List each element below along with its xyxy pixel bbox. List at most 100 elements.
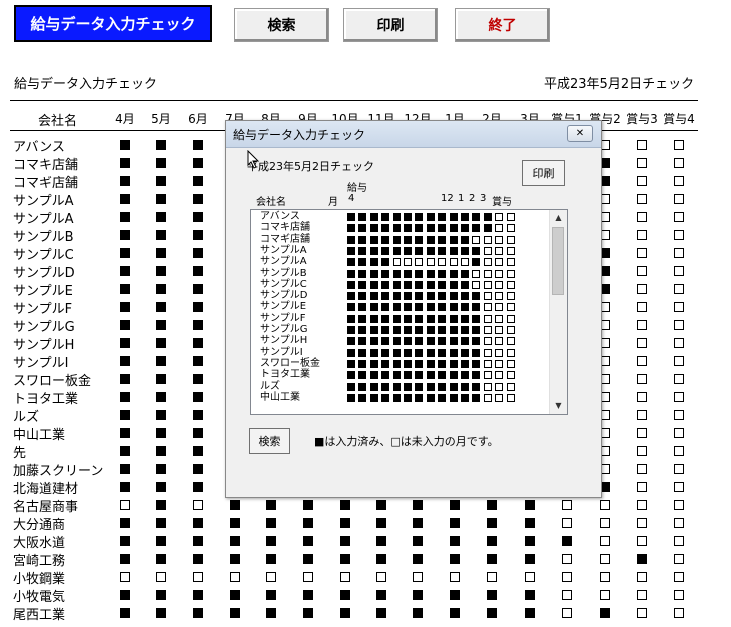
status-cell <box>193 554 203 564</box>
listbox-company-name[interactable]: アバンス <box>260 212 300 222</box>
status-cell <box>120 482 130 492</box>
status-cell <box>120 410 130 420</box>
listbox-status-cell <box>449 246 458 255</box>
listbox-status-cell <box>369 303 378 312</box>
listbox-status-cell <box>381 280 390 289</box>
listbox-scrollbar[interactable]: ▲ ▼ <box>549 210 567 414</box>
status-cell <box>674 338 684 348</box>
listbox-status-cell <box>392 371 401 380</box>
listbox-status-cell <box>404 348 412 357</box>
listbox-company-name[interactable]: 中山工業 <box>260 392 300 403</box>
status-cell <box>230 536 240 546</box>
scroll-thumb[interactable] <box>552 227 564 295</box>
listbox-company-name[interactable]: コマキ店舗 <box>260 223 310 233</box>
company-listbox[interactable]: アバンス コマキ店舗 コマギ店舗 サンプルA サンプルA サンプルB サンプルC サンプルD サ… <box>250 209 568 415</box>
status-cell <box>376 536 386 546</box>
listbox-status-cell <box>347 213 355 221</box>
status-cell <box>266 518 276 528</box>
listbox-status-cell <box>483 326 492 334</box>
company-name: サンプルC <box>13 248 74 263</box>
listbox-status-cell <box>347 337 355 346</box>
listbox-status-cell <box>358 235 367 244</box>
listbox-status-cell <box>415 213 424 221</box>
print-button[interactable]: 印刷 <box>343 8 438 42</box>
listbox-company-name[interactable]: サンプルB <box>260 268 307 279</box>
status-cell <box>674 176 684 186</box>
listbox-status-cell <box>472 314 481 323</box>
listbox-company-name[interactable]: サンプルH <box>260 336 307 346</box>
status-cell <box>156 320 166 330</box>
listbox-status-cell <box>381 258 390 267</box>
listbox-company-name[interactable]: ルズ <box>260 381 280 392</box>
scroll-down-icon[interactable]: ▼ <box>550 398 567 414</box>
listbox-status-cell <box>506 258 515 267</box>
mouse-cursor-icon <box>247 150 260 169</box>
listbox-status-cell <box>392 359 401 368</box>
status-cell <box>674 140 684 150</box>
sheet-date-check: 平成23年5月2日チェック <box>544 77 695 92</box>
sheet-title: 給与データ入力チェック <box>14 77 158 92</box>
status-cell <box>562 608 572 618</box>
search-button[interactable]: 検索 <box>234 8 329 42</box>
company-name: サンプルE <box>13 284 73 299</box>
listbox-status-cell <box>404 269 412 278</box>
close-icon[interactable]: ✕ <box>567 125 593 142</box>
listbox-company-name[interactable]: サンプルA <box>260 257 307 267</box>
listbox-company-name[interactable]: サンプルI <box>260 347 303 358</box>
status-cell <box>193 356 203 366</box>
listbox-status-cell <box>426 258 435 267</box>
status-cell <box>487 554 497 564</box>
listbox-status-cell <box>358 269 367 278</box>
listbox-status-cell <box>392 280 401 289</box>
listbox-status-cell <box>415 337 424 346</box>
company-name: スワロー板金 <box>13 374 92 389</box>
dialog-search-button[interactable]: 検索 <box>249 428 290 454</box>
listbox-status-cell <box>472 269 481 278</box>
exit-button[interactable]: 終了 <box>455 8 550 42</box>
status-cell <box>156 446 166 456</box>
listbox-status-cell <box>392 224 401 233</box>
listbox-company-name[interactable]: サンプルD <box>260 291 307 301</box>
listbox-status-cell <box>461 314 469 323</box>
status-cell <box>156 140 166 150</box>
dialog-titlebar[interactable]: 給与データ入力チェック ✕ <box>226 121 601 148</box>
status-cell <box>637 302 647 312</box>
status-cell <box>303 608 313 618</box>
listbox-company-name[interactable]: コマギ店舗 <box>260 234 310 245</box>
listbox-company-name[interactable]: サンプルE <box>260 302 306 312</box>
status-cell <box>674 266 684 276</box>
status-cell <box>562 590 572 600</box>
listbox-status-cell <box>449 258 458 267</box>
listbox-status-cell <box>461 382 469 391</box>
listbox-company-name[interactable]: トヨタ工業 <box>260 370 310 380</box>
status-cell <box>376 500 386 510</box>
listbox-status-cell <box>438 382 447 391</box>
listbox-company-name[interactable]: スワロー板金 <box>260 358 320 369</box>
dialog-print-button[interactable]: 印刷 <box>522 160 565 186</box>
listbox-company-name[interactable]: サンプルC <box>260 279 307 290</box>
listbox-status-cell <box>381 292 390 301</box>
listbox-status-cell <box>415 326 424 334</box>
status-cell <box>637 230 647 240</box>
company-name: ルズ <box>13 410 40 425</box>
status-cell <box>637 536 647 546</box>
listbox-status-cell <box>404 213 412 221</box>
status-cell <box>637 410 647 420</box>
listbox-company-name[interactable]: サンプルF <box>260 313 305 324</box>
listbox-status-cell <box>381 371 390 380</box>
listbox-status-cell <box>461 326 469 334</box>
listbox-company-name[interactable]: サンプルA <box>260 245 307 256</box>
status-cell <box>120 608 130 618</box>
company-name: アバンス <box>13 140 65 155</box>
dialog-company-header: 会社名 <box>256 197 286 208</box>
status-cell <box>413 518 423 528</box>
scroll-up-icon[interactable]: ▲ <box>550 210 567 226</box>
status-cell <box>120 176 130 186</box>
listbox-status-cell <box>449 224 458 233</box>
status-cell <box>525 590 535 600</box>
listbox-company-name[interactable]: サンプルG <box>260 325 307 335</box>
app-title-button[interactable]: 給与データ入力チェック <box>14 5 212 42</box>
status-cell <box>637 176 647 186</box>
status-cell <box>525 572 535 582</box>
listbox-status-cell <box>495 393 504 402</box>
